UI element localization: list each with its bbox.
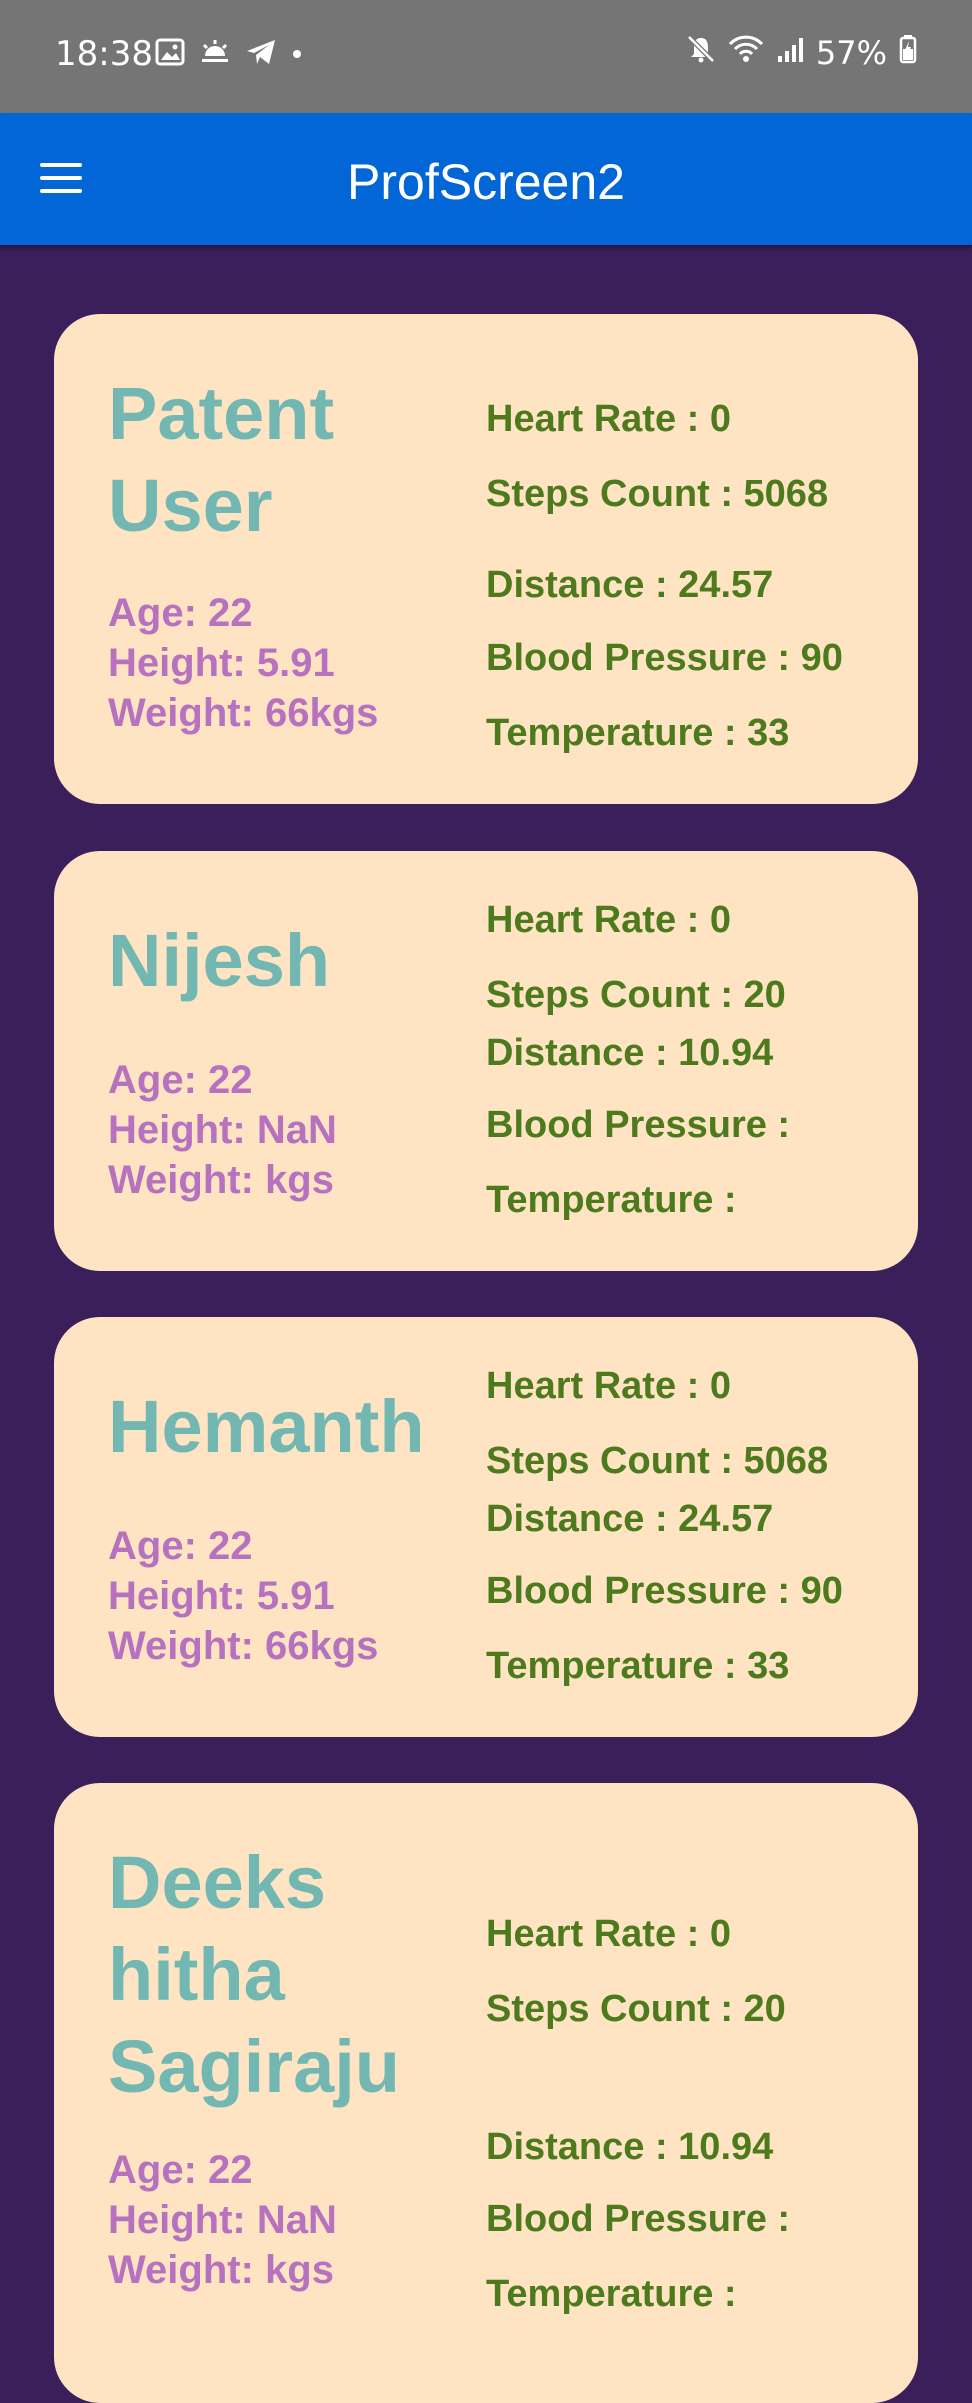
mute-icon <box>686 34 716 72</box>
profile-weight: Weight: kgs <box>108 2248 334 2292</box>
profile-name: Hemanth <box>108 1385 425 1468</box>
dot-icon <box>291 45 303 64</box>
battery-percent: 57% <box>815 34 887 72</box>
steps-count: Steps Count : 5068 <box>486 1440 829 1482</box>
profile-card[interactable]: Nijesh Age: 22 Height: NaN Weight: kgs H… <box>54 851 918 1271</box>
temperature: Temperature : <box>486 1179 737 1221</box>
profile-age: Age: 22 <box>108 591 253 635</box>
profile-name: Patent User <box>108 372 335 547</box>
profile-height: Height: 5.91 <box>108 1574 335 1618</box>
app-bar: ProfScreen2 <box>0 113 972 245</box>
weather-icon <box>199 38 231 70</box>
profile-weight: Weight: 66kgs <box>108 1624 379 1668</box>
temperature: Temperature : 33 <box>486 1645 790 1687</box>
profile-card[interactable]: Patent User Age: 22 Height: 5.91 Weight:… <box>54 314 918 804</box>
profile-age: Age: 22 <box>108 1058 253 1102</box>
profile-weight: Weight: kgs <box>108 1158 334 1202</box>
heart-rate: Heart Rate : 0 <box>486 1913 731 1955</box>
blood-pressure: Blood Pressure : <box>486 2198 791 2240</box>
profile-name: Nijesh <box>108 919 331 1002</box>
distance: Distance : 24.57 <box>486 1498 774 1540</box>
status-bar: 18:38 57% <box>0 0 972 113</box>
blood-pressure: Blood Pressure : <box>486 1104 791 1146</box>
profile-height: Height: NaN <box>108 1108 337 1152</box>
status-icons-right: 57% <box>686 34 917 72</box>
steps-count: Steps Count : 20 <box>486 974 786 1016</box>
steps-count: Steps Count : 20 <box>486 1988 786 2030</box>
profile-card[interactable]: Hemanth Age: 22 Height: 5.91 Weight: 66k… <box>54 1317 918 1737</box>
profile-name: Deeks hitha Sagiraju <box>108 1841 400 2108</box>
distance: Distance : 24.57 <box>486 564 774 606</box>
temperature: Temperature : <box>486 2273 737 2315</box>
blood-pressure: Blood Pressure : 90 <box>486 1570 843 1612</box>
heart-rate: Heart Rate : 0 <box>486 899 731 941</box>
app-title: ProfScreen2 <box>347 154 625 210</box>
steps-count: Steps Count : 5068 <box>486 473 829 515</box>
blood-pressure: Blood Pressure : 90 <box>486 637 843 679</box>
profile-weight: Weight: 66kgs <box>108 691 379 735</box>
profile-age: Age: 22 <box>108 1524 253 1568</box>
distance: Distance : 10.94 <box>486 1032 774 1074</box>
profile-height: Height: 5.91 <box>108 641 335 685</box>
temperature: Temperature : 33 <box>486 712 790 754</box>
profile-age: Age: 22 <box>108 2148 253 2192</box>
status-icons-left <box>155 38 303 70</box>
distance: Distance : 10.94 <box>486 2126 774 2168</box>
profile-card[interactable]: Deeks hitha Sagiraju Age: 22 Height: NaN… <box>54 1783 918 2403</box>
profile-height: Height: NaN <box>108 2198 337 2242</box>
heart-rate: Heart Rate : 0 <box>486 398 731 440</box>
wifi-icon <box>728 34 764 72</box>
telegram-icon <box>245 38 277 70</box>
status-time: 18:38 <box>55 34 153 74</box>
signal-icon <box>776 34 804 72</box>
heart-rate: Heart Rate : 0 <box>486 1365 731 1407</box>
battery-icon <box>899 34 917 72</box>
gallery-icon <box>155 38 185 70</box>
